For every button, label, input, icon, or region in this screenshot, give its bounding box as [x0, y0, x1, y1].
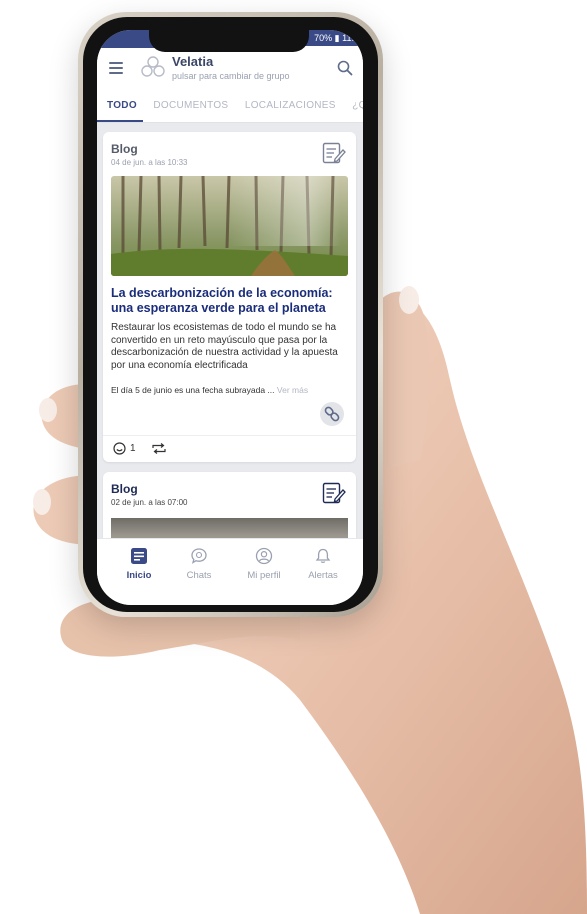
group-logo-icon — [141, 56, 165, 77]
bottom-nav: Inicio Chats Mi perfil Alertas — [97, 538, 363, 605]
nav-label: Inicio — [126, 570, 152, 581]
post-excerpt: El día 5 de junio es una fecha subrayada… — [111, 385, 349, 395]
read-more-link[interactable]: Ver más — [277, 385, 308, 395]
status-bar-left — [97, 30, 157, 48]
app-header: Velatia pulsar para cambiar de grupo — [97, 46, 363, 90]
card-date: 04 de jun. a las 10:33 — [111, 158, 188, 167]
card-type: Blog — [111, 142, 138, 156]
nav-mi-perfil[interactable]: Mi perfil — [234, 547, 294, 581]
tab-localizaciones[interactable]: LOCALIZACIONES — [239, 90, 342, 120]
nav-inicio[interactable]: Inicio — [109, 547, 169, 581]
forest-image[interactable] — [111, 176, 348, 276]
profile-icon — [255, 547, 273, 565]
link-button[interactable] — [320, 402, 344, 426]
nav-label: Chats — [186, 570, 212, 581]
chat-icon — [191, 548, 207, 564]
tab-bar: TODO DOCUMENTOS LOCALIZACIONES ¿QU — [97, 90, 363, 123]
card-actions: 1 — [103, 435, 356, 462]
hamburger-icon[interactable] — [109, 62, 123, 74]
bell-icon — [315, 548, 331, 563]
feed: Blog 04 de jun. a las 10:33 La descarbon… — [97, 122, 363, 540]
group-title[interactable]: Velatia — [172, 54, 213, 69]
search-icon[interactable] — [337, 60, 353, 76]
post-image[interactable] — [111, 518, 348, 540]
link-icon — [324, 406, 340, 422]
card-date: 02 de jun. a las 07:00 — [111, 498, 188, 507]
repost-icon[interactable] — [151, 442, 167, 455]
tab-documentos[interactable]: DOCUMENTOS — [147, 90, 234, 120]
tab-todo[interactable]: TODO — [97, 90, 143, 122]
feed-card[interactable]: Blog 04 de jun. a las 10:33 La descarbon… — [103, 132, 356, 462]
post-summary: Restaurar los ecosistemas de todo el mun… — [111, 322, 338, 371]
nav-label: Mi perfil — [247, 570, 281, 581]
feed-card[interactable]: Blog 02 de jun. a las 07:00 — [103, 472, 356, 540]
home-icon — [131, 548, 147, 564]
post-title[interactable]: La descarbonización de la economía: una … — [111, 286, 347, 316]
post-excerpt-text: El día 5 de junio es una fecha subrayada… — [111, 385, 275, 395]
app-screen: 70% ▮ 11:4 Velatia pulsar para cambiar d… — [97, 30, 363, 605]
phone-notch — [149, 30, 309, 52]
reaction-count: 1 — [130, 443, 136, 454]
nav-chats[interactable]: Chats — [169, 547, 229, 581]
document-edit-icon — [322, 142, 346, 164]
document-edit-icon — [322, 482, 346, 504]
reaction-icon[interactable] — [113, 442, 126, 455]
tab-que[interactable]: ¿QU — [346, 90, 363, 120]
card-type: Blog — [111, 482, 138, 496]
nav-alertas[interactable]: Alertas — [293, 547, 353, 581]
group-switch-hint[interactable]: pulsar para cambiar de grupo — [172, 71, 290, 81]
nav-label: Alertas — [308, 570, 338, 581]
